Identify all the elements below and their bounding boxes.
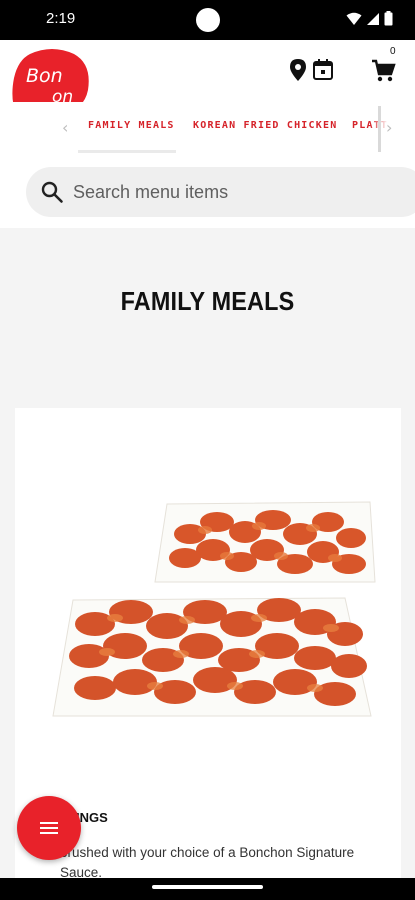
menu-item-description: brushed with your choice of a Bonchon Si…: [60, 845, 355, 880]
tabs-scroll-left-icon[interactable]: ‹: [62, 120, 68, 136]
status-icons: [346, 11, 393, 26]
tabs-scroll-right-icon[interactable]: ›: [386, 120, 392, 136]
tabs-divider: [378, 106, 381, 152]
wifi-icon: [346, 12, 362, 25]
search-icon: [41, 181, 63, 203]
tabs-fade: [370, 104, 415, 154]
menu-item-title[interactable]: INGS: [76, 810, 108, 825]
app-screen: 2:19 Bon on ch 0 ‹ FAMILY MEALS KOREAN F…: [0, 0, 415, 900]
tab-family-meals[interactable]: FAMILY MEALS: [88, 120, 175, 131]
home-gesture-handle[interactable]: [152, 885, 263, 889]
signal-icon: [367, 12, 379, 25]
page-title: FAMILY MEALS: [120, 286, 295, 316]
active-tab-indicator: [78, 150, 176, 153]
search-input[interactable]: [73, 178, 393, 206]
status-bar: 2:19: [0, 0, 415, 40]
hamburger-menu-icon: [40, 822, 58, 834]
status-time: 2:19: [46, 10, 76, 27]
camera-cutout: [196, 8, 220, 32]
tab-korean-fried-chicken[interactable]: KOREAN FRIED CHICKEN: [193, 120, 337, 131]
cart-count-badge: 0: [390, 46, 396, 57]
cart-icon[interactable]: [370, 58, 396, 84]
system-nav-bar: [0, 878, 415, 900]
battery-icon: [384, 11, 393, 26]
svg-text:Bon: Bon: [26, 65, 63, 87]
calendar-icon[interactable]: [311, 58, 335, 82]
wings-platter-image[interactable]: [45, 494, 379, 722]
location-pin-icon[interactable]: [288, 58, 308, 82]
